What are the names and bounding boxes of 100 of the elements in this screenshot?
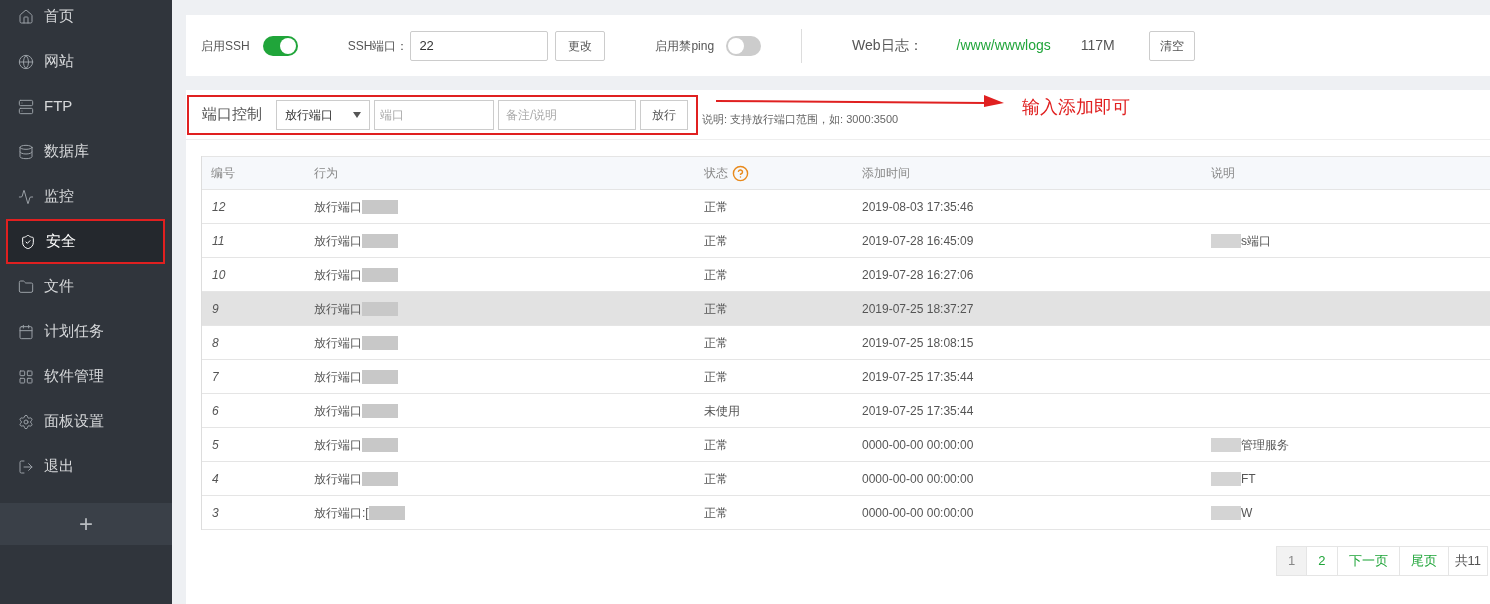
sidebar-item[interactable]: 面板设置 (6, 399, 165, 444)
table-cell: 5 (212, 437, 219, 452)
chart-icon (18, 188, 34, 205)
column-header: 编号 (211, 165, 235, 182)
sidebar-item[interactable]: 软件管理 (6, 354, 165, 399)
log-label: Web日志： (852, 36, 923, 55)
caret-icon (353, 111, 361, 118)
arrow-icon (716, 95, 1004, 107)
settings-icon (18, 413, 34, 430)
table-cell-text: 管理服务 (1241, 436, 1289, 454)
table-cell-text: 放行端口 (314, 232, 362, 250)
table-cell: 正常 (704, 335, 728, 350)
column-header: 说明 (1211, 165, 1235, 182)
sidebar-item[interactable]: FTP (6, 84, 165, 129)
table-cell: 0000-00-00 00:00:00 (862, 505, 974, 520)
table-cell: 2019-07-28 16:45:09 (862, 233, 974, 248)
table-cell: 7 (212, 369, 219, 384)
table-cell: 2019-07-25 17:35:44 (862, 369, 974, 384)
change-button[interactable]: 更改 (555, 30, 606, 61)
blurred-patch (362, 369, 398, 384)
sidebar-item[interactable]: 文件 (6, 264, 165, 309)
blurred-patch (362, 471, 398, 486)
blurred-patch (362, 267, 398, 282)
database-icon (18, 143, 34, 160)
ssh-label: 启用SSH (201, 37, 250, 55)
table-cell: 4 (212, 471, 219, 486)
table-cell: 6 (212, 403, 219, 418)
blurred-patch (362, 233, 398, 248)
blurred-patch (362, 335, 398, 350)
port-field[interactable]: 端口 (374, 99, 494, 130)
port-label: SSH端口： (347, 37, 409, 55)
table-cell: 正常 (704, 369, 728, 384)
sidebar-item[interactable]: 安全 (6, 219, 165, 264)
table-cell-text: 放行端口 (314, 436, 362, 454)
table-cell-text: 放行端口:[ (314, 504, 369, 522)
table-row[interactable]: 9 放行端口 正常 2019-07-25 18:37:27 (202, 292, 1490, 326)
table-cell: 正常 (704, 233, 728, 248)
toggle-switch[interactable] (726, 35, 762, 56)
table-cell: 正常 (704, 301, 728, 316)
column-header: 添加时间 (862, 165, 910, 182)
table-cell-text: 放行端口 (314, 198, 362, 216)
hint-text: 说明: 支持放行端口范围，如: 3000:3500 (702, 112, 899, 128)
table-cell: 正常 (704, 471, 728, 486)
blurred-patch (1211, 437, 1241, 452)
port-control-title: 端口控制 (202, 104, 262, 125)
port-input[interactable]: 22 (410, 30, 549, 61)
column-header: 状态 (704, 165, 728, 182)
blurred-patch (1211, 233, 1241, 248)
table-cell-text: 放行端口 (314, 470, 362, 488)
blurred-patch (362, 199, 398, 214)
page-total: 共11 (1453, 552, 1482, 571)
globe-icon (18, 53, 34, 70)
log-size: 117M (1080, 36, 1115, 55)
add-button[interactable]: + (79, 512, 93, 536)
table-cell: 2019-07-25 18:37:27 (862, 301, 974, 316)
table-cell: 0000-00-00 00:00:00 (862, 437, 974, 452)
grid-icon (18, 368, 34, 385)
blurred-patch (362, 437, 398, 452)
column-header: 行为 (314, 165, 338, 182)
allow-button[interactable]: 放行 (640, 99, 688, 130)
table-cell: 2019-07-25 18:08:15 (862, 335, 974, 350)
sidebar-item[interactable]: 计划任务 (6, 309, 165, 354)
sidebar-item[interactable]: 数据库 (6, 129, 165, 174)
blurred-patch (1211, 505, 1241, 520)
logout-icon (18, 458, 34, 475)
folder-icon (18, 278, 34, 295)
table-cell: 11 (212, 233, 225, 248)
sidebar-item[interactable]: 退出 (6, 444, 165, 489)
table-cell-text: s端口 (1241, 232, 1271, 250)
table-cell: 12 (212, 199, 226, 214)
blurred-patch (1211, 471, 1241, 486)
table-cell: 3 (212, 505, 219, 520)
shield-check-icon (20, 233, 36, 250)
blurred-patch (368, 505, 405, 520)
table-cell-text: FT (1241, 470, 1256, 488)
table-cell: 2019-07-28 16:27:06 (862, 267, 974, 282)
table-cell: 正常 (704, 267, 728, 282)
action-select[interactable]: 放行端口 (276, 99, 370, 130)
blurred-patch (362, 301, 398, 316)
annotation-text: 输入添加即可 (1022, 96, 1130, 119)
table-cell-text: 放行端口 (314, 368, 362, 386)
help-icon (732, 164, 749, 182)
sidebar-item[interactable]: 监控 (6, 174, 165, 219)
home-icon (18, 8, 34, 25)
table-cell-text: 放行端口 (314, 402, 362, 420)
note-field[interactable]: 备注/说明 (498, 99, 636, 130)
blurred-patch (362, 403, 398, 418)
toggle-switch[interactable] (262, 35, 298, 56)
ping-label: 启用禁ping (655, 37, 715, 55)
server-icon (18, 98, 34, 115)
table-cell: 2019-08-03 17:35:46 (862, 199, 974, 214)
table-cell-text: 放行端口 (314, 266, 362, 284)
table-cell: 正常 (704, 437, 728, 452)
table-cell: 正常 (704, 199, 728, 214)
sidebar-item[interactable]: 首页 (6, 0, 165, 39)
table-cell: 9 (212, 301, 219, 316)
clear-button[interactable]: 清空 (1148, 30, 1195, 61)
sidebar-item[interactable]: 网站 (6, 39, 165, 84)
table-cell: 2019-07-25 17:35:44 (862, 403, 974, 418)
table-cell: 8 (212, 335, 219, 350)
